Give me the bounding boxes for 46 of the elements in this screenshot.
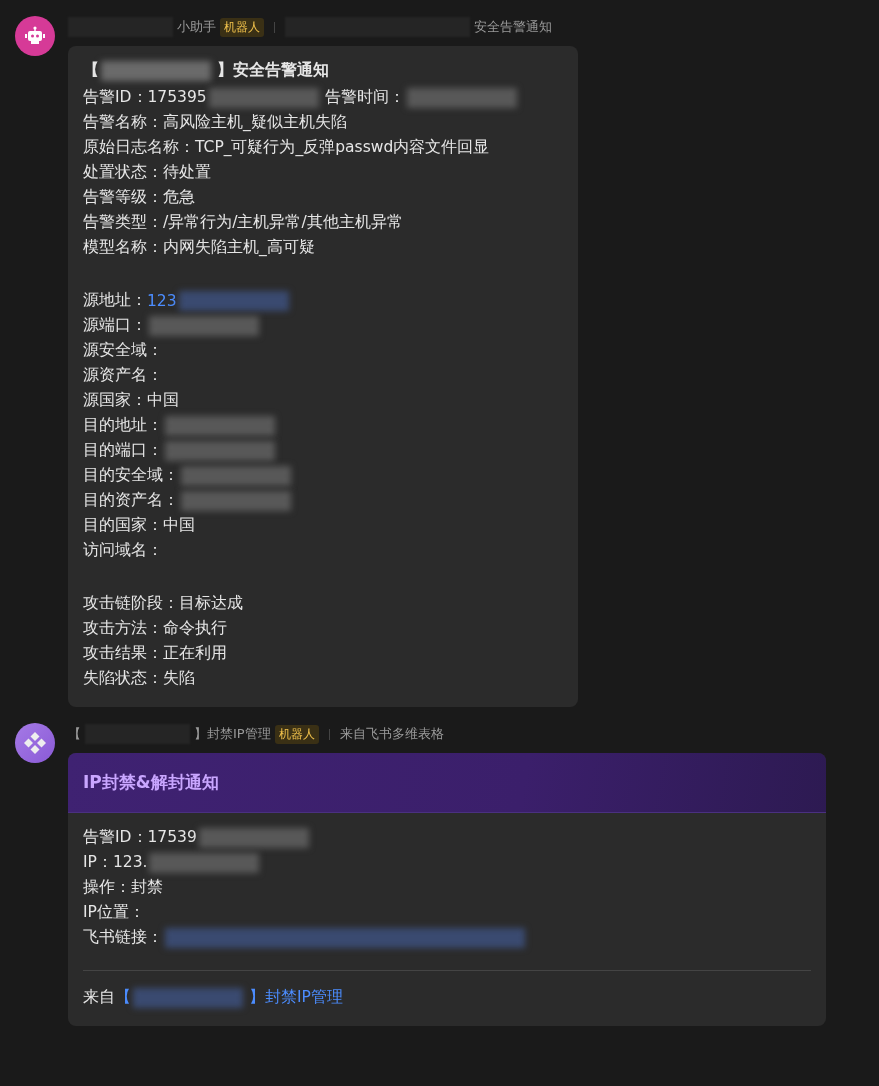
field-text: 源资产名： (83, 365, 163, 386)
field-text: 攻击方法：命令执行 (83, 618, 227, 639)
sender-text: 【 (68, 725, 81, 743)
field-text: 告警等级：危急 (83, 187, 195, 208)
field-text: 处置状态：待处置 (83, 162, 211, 183)
field-text: 告警类型：/异常行为/主机异常/其他主机异常 (83, 212, 403, 233)
field-text: 目的安全域： (83, 465, 179, 486)
field-text: 攻击链阶段：目标达成 (83, 593, 243, 614)
field-text: 目的地址： (83, 415, 163, 436)
bot-avatar[interactable] (15, 16, 55, 56)
field-text: 源地址： (83, 290, 147, 311)
bot-tag: 机器人 (274, 724, 319, 744)
field-text: 告警ID：17539 (83, 827, 197, 848)
field-text: 飞书链接： (83, 927, 163, 948)
field-text: 告警ID：175395 (83, 87, 207, 108)
field-text: IP位置： (83, 902, 145, 923)
sender-text: 】封禁IP管理 (194, 725, 271, 743)
field-text: 告警时间： (324, 87, 405, 108)
field-text: 目的端口： (83, 440, 163, 461)
field-text: 原始日志名称：TCP_可疑行为_反弹passwd内容文件回显 (83, 137, 490, 158)
link-text[interactable]: 【 (115, 987, 131, 1008)
field-text: 目的资产名： (83, 490, 179, 511)
field-text: 攻击结果：正在利用 (83, 643, 227, 664)
card-title: 【 (83, 60, 99, 81)
field-text: 模型名称：内网失陷主机_高可疑 (83, 237, 315, 258)
field-text: 访问域名： (83, 540, 163, 561)
diamond-icon (23, 731, 47, 755)
bot-tag: 机器人 (220, 17, 264, 37)
field-text: 来自 (83, 987, 115, 1008)
field-text: 失陷状态：失陷 (83, 668, 195, 689)
field-text: 操作：封禁 (83, 877, 163, 898)
field-text: 告警名称：高风险主机_疑似主机失陷 (83, 112, 347, 133)
link-text[interactable]: 123 (147, 291, 177, 310)
card-title: IP封禁&解封通知 (83, 771, 219, 794)
field-text: 源安全域： (83, 340, 163, 361)
field-text: IP：123. (83, 852, 148, 873)
field-text: 源国家：中国 (83, 390, 179, 411)
link-text[interactable]: 】封禁IP管理 (249, 987, 343, 1008)
sender-text: 来自飞书多维表格 (339, 725, 444, 743)
card-title: 】安全告警通知 (217, 60, 329, 81)
app-avatar[interactable] (15, 723, 55, 763)
field-text: 源端口： (83, 315, 147, 336)
sender-text: 安全告警通知 (474, 18, 552, 36)
robot-icon (24, 26, 46, 46)
sender-text: 小助手 (177, 18, 216, 36)
field-text: 目的国家：中国 (83, 515, 195, 536)
